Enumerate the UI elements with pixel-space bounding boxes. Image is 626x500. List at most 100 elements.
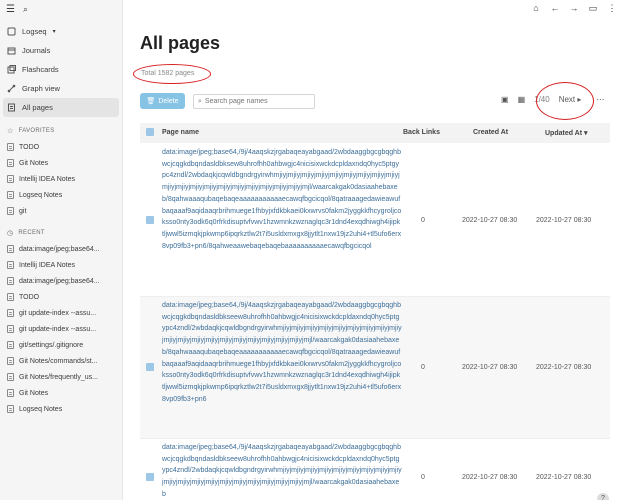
select-all-checkbox[interactable] xyxy=(146,128,154,136)
graph-db-icon xyxy=(7,27,16,36)
favorite-item[interactable]: Git Notes xyxy=(0,155,122,171)
created-at: 2022-10-27 08:30 xyxy=(462,474,518,481)
sidebar-item-flashcards[interactable]: Flashcards xyxy=(0,60,122,79)
favorites-label: FAVORITES xyxy=(18,128,55,134)
graph-selector[interactable]: Logseq ▾ xyxy=(0,22,122,41)
favorite-item[interactable]: TODO xyxy=(0,139,122,155)
recent-item[interactable]: Git Notes xyxy=(0,385,122,401)
journal-toggle-icon[interactable]: ▦ xyxy=(518,95,526,104)
favorite-label: Logseq Notes xyxy=(19,191,63,199)
sidebar-item-label: Graph view xyxy=(22,84,60,93)
column-back-links[interactable]: Back Links xyxy=(403,129,440,136)
recent-item[interactable]: TODO xyxy=(0,289,122,305)
graph-icon xyxy=(7,84,16,93)
trash-icon: 🗑 xyxy=(146,98,156,105)
column-updated-at[interactable]: Updated At ▾ xyxy=(545,129,588,137)
search-icon: ⌕ xyxy=(198,97,202,105)
recent-item[interactable]: Logseq Notes xyxy=(0,401,122,417)
recent-label: git update-index --assu... xyxy=(19,309,97,317)
delete-button[interactable]: 🗑 Delete xyxy=(140,93,185,109)
sidebar-item-label: Journals xyxy=(22,46,51,55)
favorite-item[interactable]: Logseq Notes xyxy=(0,187,122,203)
recent-header[interactable]: ◷ RECENT xyxy=(0,225,122,241)
recent-label: Intellij IDEA Notes xyxy=(19,261,76,269)
main-content: All pages Total 1582 pages 🗑 Delete ⌕ ▣ … xyxy=(123,0,626,500)
recent-item[interactable]: Git Notes/frequently_us... xyxy=(0,369,122,385)
page-icon xyxy=(7,245,14,253)
favorites-header[interactable]: ☆ FAVORITES xyxy=(0,123,122,139)
sidebar-item-all-pages[interactable]: All pages xyxy=(3,98,119,117)
created-at: 2022-10-27 08:30 xyxy=(462,364,518,371)
updated-at: 2022-10-27 08:30 xyxy=(536,364,592,371)
sidebar-item-label: Flashcards xyxy=(22,65,59,74)
page-name-link[interactable]: data:image/jpeg;base64,/9j/4aaqskzjrgaba… xyxy=(162,300,402,405)
row-checkbox[interactable] xyxy=(146,363,154,371)
delete-label: Delete xyxy=(158,97,179,105)
column-created-at[interactable]: Created At xyxy=(473,129,508,136)
recent-item[interactable]: Git Notes/commands/st... xyxy=(0,353,122,369)
sidebar-item-graph-view[interactable]: Graph view xyxy=(0,79,122,98)
recent-label: Logseq Notes xyxy=(19,405,63,413)
page-name-link[interactable]: data:image/jpeg;base64,/9j/4aaqskzjrgaba… xyxy=(162,147,402,252)
updated-label: Updated At xyxy=(545,130,583,137)
table-row[interactable]: data:image/jpeg;base64,/9j/4aaqskzjrgaba… xyxy=(140,144,610,297)
recent-label: git/settings/.gitignore xyxy=(19,341,84,349)
recent-label: data:image/jpeg;base64... xyxy=(19,245,100,253)
graph-name: Logseq xyxy=(22,27,47,36)
page-icon xyxy=(7,143,14,151)
chevron-down-icon: ▾ xyxy=(52,29,56,35)
recent-item[interactable]: git/settings/.gitignore xyxy=(0,337,122,353)
more-horizontal-icon[interactable]: ⋯ xyxy=(596,95,604,104)
created-at: 2022-10-27 08:30 xyxy=(462,217,518,224)
page-icon xyxy=(7,159,14,167)
menu-icon[interactable]: ☰ xyxy=(6,4,15,15)
page-icon xyxy=(7,175,14,183)
recent-item[interactable]: git update-index --assu... xyxy=(0,321,122,337)
page-icon xyxy=(7,357,14,365)
favorite-item[interactable]: Intellij IDEA Notes xyxy=(0,171,122,187)
page-icon xyxy=(7,389,14,397)
annotation-oval-total xyxy=(133,64,211,84)
back-links-count: 0 xyxy=(421,474,425,481)
sidebar-item-label: All pages xyxy=(22,103,53,112)
image-toggle-icon[interactable]: ▣ xyxy=(501,95,509,104)
annotation-oval-pager xyxy=(536,82,594,120)
row-checkbox[interactable] xyxy=(146,216,154,224)
page-title: All pages xyxy=(140,33,221,53)
page-name-link[interactable]: data:image/jpeg;base64,/9j/4aaqskzjrgaba… xyxy=(162,442,402,500)
help-icon[interactable]: ? xyxy=(597,493,609,500)
search-box[interactable]: ⌕ xyxy=(193,94,315,109)
recent-label: Git Notes/frequently_us... xyxy=(19,373,98,381)
updated-at: 2022-10-27 08:30 xyxy=(536,474,592,481)
back-links-count: 0 xyxy=(421,217,425,224)
column-page-name[interactable]: Page name xyxy=(162,129,199,136)
cards-icon xyxy=(7,65,16,74)
row-checkbox[interactable] xyxy=(146,473,154,481)
favorite-label: Git Notes xyxy=(19,159,49,167)
favorite-label: git xyxy=(19,207,27,215)
recent-label: git update-index --assu... xyxy=(19,325,97,333)
sidebar-top: ☰ ⌕ xyxy=(0,0,122,18)
recent-label: TODO xyxy=(19,293,40,301)
recent-label: Git Notes/commands/st... xyxy=(19,357,98,365)
favorite-label: Intellij IDEA Notes xyxy=(19,175,76,183)
calendar-icon xyxy=(7,46,16,55)
page-icon xyxy=(7,293,14,301)
table-row[interactable]: data:image/jpeg;base64,/9j/4aaqskzjrgaba… xyxy=(140,439,610,500)
page-icon xyxy=(7,207,14,215)
favorite-item[interactable]: git xyxy=(0,203,122,219)
recent-label: data:image/jpeg;base64... xyxy=(19,277,100,285)
page-icon xyxy=(7,373,14,381)
table-row[interactable]: data:image/jpeg;base64,/9j/4aaqskzjrgaba… xyxy=(140,297,610,439)
page-icon xyxy=(7,405,14,413)
pages-icon xyxy=(7,103,16,112)
back-links-count: 0 xyxy=(421,364,425,371)
recent-item[interactable]: git update-index --assu... xyxy=(0,305,122,321)
search-icon[interactable]: ⌕ xyxy=(23,4,28,15)
search-input[interactable] xyxy=(204,98,305,105)
recent-item[interactable]: data:image/jpeg;base64... xyxy=(0,241,122,257)
page-icon xyxy=(7,261,14,269)
recent-item[interactable]: data:image/jpeg;base64... xyxy=(0,273,122,289)
sidebar-item-journals[interactable]: Journals xyxy=(0,41,122,60)
recent-item[interactable]: Intellij IDEA Notes xyxy=(0,257,122,273)
